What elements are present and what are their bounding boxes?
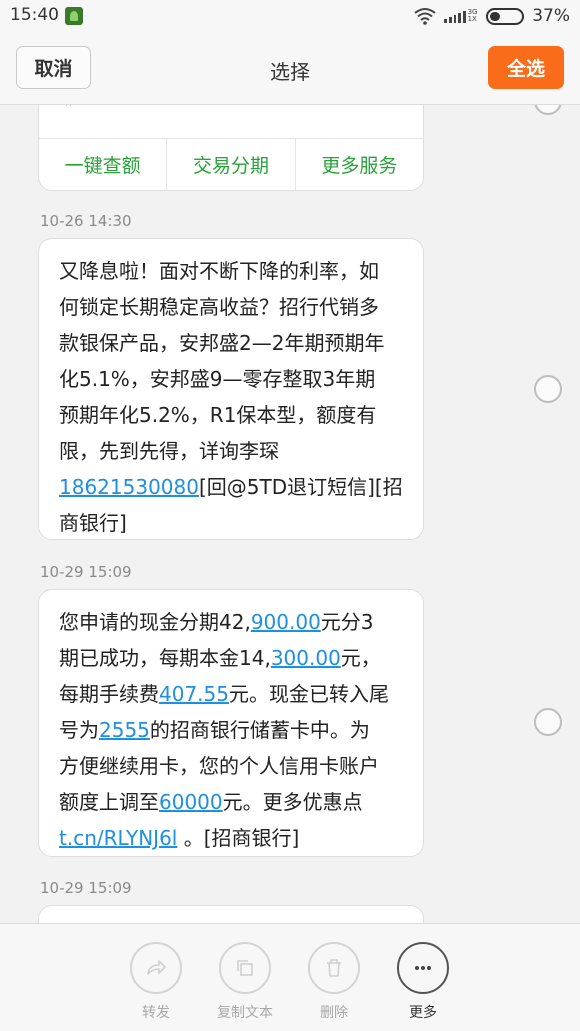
card-action-balance[interactable]: 一键查额 — [39, 139, 168, 190]
forward-icon — [130, 942, 182, 994]
wifi-icon — [414, 8, 436, 25]
message-timestamp: 10-26 14:30 — [40, 212, 132, 230]
battery-icon — [486, 7, 525, 25]
amount-link[interactable]: 300.00 — [271, 646, 341, 670]
url-link[interactable]: t.cn/RLYNJ6l — [59, 826, 177, 850]
status-indicators: 3G 1X 37% — [414, 5, 570, 27]
battery-percent: 37% — [532, 6, 570, 26]
message-timestamp: 10-29 15:09 — [40, 563, 132, 581]
status-time: 15:40 — [10, 5, 59, 25]
card-actions: 一键查额 交易分期 更多服务 — [39, 138, 423, 190]
card-action-more-services[interactable]: 更多服务 — [296, 139, 423, 190]
more-icon — [397, 942, 449, 994]
select-all-button[interactable]: 全选 — [488, 46, 564, 89]
message-bubble[interactable]: 又降息啦！面对不断下降的利率，如 何锁定长期稳定高收益？招行代销多 款银保产品，… — [38, 238, 424, 540]
selection-header: 取消 选择 全选 — [0, 33, 580, 105]
message-bubble[interactable]: 您申请的现金分期42,900.00元分3 期已成功，每期本金14,300.00元… — [38, 589, 424, 857]
message-list[interactable]: « ······· ········· 一键查额 交易分期 更多服务 10-26… — [0, 105, 580, 923]
copy-text-label: 复制文本 — [217, 1005, 273, 1021]
trash-icon — [308, 942, 360, 994]
forward-button[interactable]: 转发 — [116, 942, 196, 1022]
message-text: 又降息啦！面对不断下降的利率，如 何锁定长期稳定高收益？招行代销多 款银保产品，… — [59, 259, 403, 535]
select-circle[interactable] — [534, 105, 562, 115]
delete-button[interactable]: 删除 — [294, 942, 374, 1022]
forward-label: 转发 — [142, 1005, 170, 1021]
app-notification-icon — [65, 7, 83, 25]
more-button[interactable]: 更多 — [383, 942, 463, 1022]
delete-label: 删除 — [320, 1005, 348, 1021]
signal-icon: 3G 1X — [444, 9, 478, 23]
status-bar: 15:40 3G 1X 37% — [0, 0, 580, 33]
message-card[interactable]: « ······· ········· 一键查额 交易分期 更多服务 — [38, 105, 424, 191]
bottom-action-bar: 转发 复制文本 删除 更多 — [0, 923, 580, 1031]
phone-link[interactable]: 18621530080 — [59, 475, 199, 499]
copy-text-button[interactable]: 复制文本 — [205, 942, 285, 1022]
card-partial-text: « ······· ········· — [61, 105, 181, 112]
more-label: 更多 — [409, 1005, 437, 1021]
amount-link[interactable]: 900.00 — [251, 610, 321, 634]
select-circle[interactable] — [534, 375, 562, 403]
network-type-label: 3G 1X — [467, 8, 478, 23]
limit-link[interactable]: 60000 — [159, 790, 223, 814]
message-bubble[interactable] — [38, 905, 424, 923]
card-partial-content: « ······· ········· — [39, 105, 423, 138]
message-text: 您申请的现金分期42,900.00元分3 期已成功，每期本金14,300.00元… — [59, 610, 389, 850]
card-action-installment[interactable]: 交易分期 — [167, 139, 296, 190]
message-timestamp: 10-29 15:09 — [40, 879, 132, 897]
select-circle[interactable] — [534, 708, 562, 736]
copy-icon — [219, 942, 271, 994]
fee-link[interactable]: 407.55 — [159, 682, 229, 706]
card-number-link[interactable]: 2555 — [99, 718, 150, 742]
